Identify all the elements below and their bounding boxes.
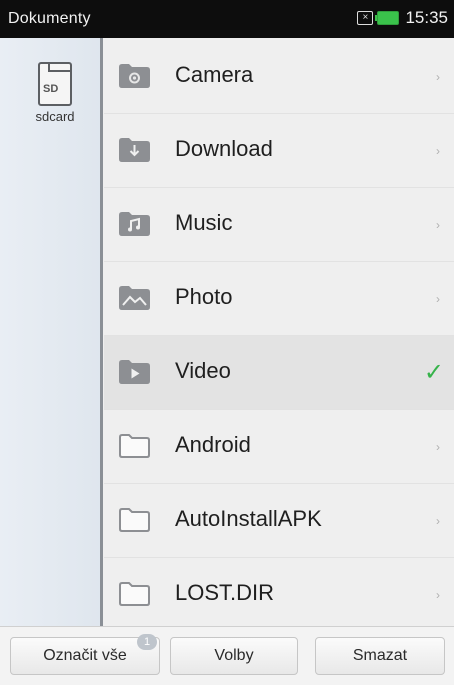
chevron-right-icon: › [436,144,440,158]
sidebar [0,38,100,626]
folder-name: Download [175,136,273,161]
battery-icon [375,11,400,25]
folder-icon [119,582,150,606]
folder-icon [119,434,150,458]
clock: 15:35 [405,8,448,27]
folder-row-android[interactable]: Android › [104,410,454,484]
photo-folder-icon [119,286,150,310]
sidebar-divider [100,38,103,626]
chevron-right-icon: › [436,218,440,232]
chevron-right-icon: › [436,588,440,602]
folder-row-autoinstallapk[interactable]: AutoInstallAPK › [104,484,454,558]
check-icon: ✓ [423,359,444,386]
folder-name: Android [175,432,251,457]
folder-row-lost-dir[interactable]: LOST.DIR › [104,558,454,632]
status-icons: × 15:35 [357,8,448,28]
bottom-action-bar: Označit vše 1 Volby Smazat [0,626,454,685]
chevron-right-icon: › [436,440,440,454]
sidebar-item-label: sdcard [35,109,75,124]
folder-row-camera[interactable]: Camera › [104,40,454,114]
download-folder-icon [119,138,150,162]
folder-name: LOST.DIR [175,580,275,605]
folder-name: AutoInstallAPK [175,506,322,531]
folder-name: Photo [175,284,233,309]
music-folder-icon [119,212,150,236]
folder-name: Camera [175,62,254,87]
sdcard-icon: SD [38,62,72,106]
notification-icon: × [357,11,374,25]
folder-row-photo[interactable]: Photo › [104,262,454,336]
folder-row-music[interactable]: Music › [104,188,454,262]
options-button[interactable]: Volby [170,637,298,675]
folder-row-video[interactable]: Video ✓ [104,336,454,410]
app-title: Dokumenty [8,10,91,27]
folder-name: Music [175,210,233,235]
chevron-right-icon: › [436,514,440,528]
delete-button[interactable]: Smazat [315,637,445,675]
mark-all-button[interactable]: Označit vše 1 [10,634,160,675]
folder-row-download[interactable]: Download › [104,114,454,188]
mark-all-label: Označit vše [43,647,127,664]
chevron-right-icon: › [436,292,440,306]
folder-icon [119,508,150,532]
camera-folder-icon [119,64,150,88]
sdcard-badge: SD [43,83,59,95]
chevron-right-icon: › [436,70,440,84]
selection-count-badge: 1 [137,634,157,650]
video-folder-icon [119,360,150,384]
folder-name: Video [175,358,231,383]
status-bar: Dokumenty × 15:35 [0,0,454,38]
sidebar-item-sdcard[interactable]: SD sdcard [20,62,90,124]
folder-list: Camera › Download › Music › Photo › Vide… [104,40,454,632]
